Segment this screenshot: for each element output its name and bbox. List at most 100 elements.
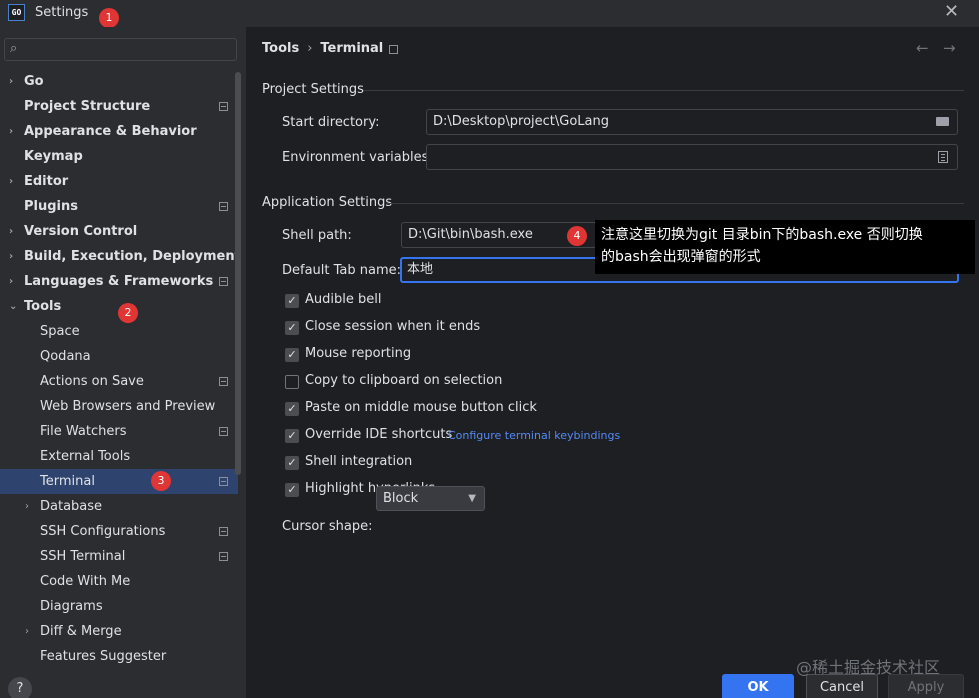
- sidebar-item-appearance-behavior[interactable]: › Appearance & Behavior: [0, 119, 238, 144]
- shell-path-label: Shell path:: [282, 228, 352, 243]
- sidebar-item-label: Build, Execution, Deployment: [24, 249, 241, 264]
- breadcrumb: Tools › Terminal: [262, 41, 383, 56]
- sidebar-item-version-control[interactable]: › Version Control: [0, 219, 238, 244]
- sidebar-item-languages-frameworks[interactable]: › Languages & Frameworks: [0, 269, 238, 294]
- chevron-down-icon[interactable]: ⌄: [9, 294, 17, 319]
- chevron-right-icon[interactable]: ›: [9, 269, 13, 294]
- sidebar-item-ssh-configurations[interactable]: SSH Configurations: [0, 519, 238, 544]
- back-arrow-icon[interactable]: ←: [916, 39, 929, 57]
- project-scope-icon: [219, 277, 228, 286]
- sidebar-item-label: Diff & Merge: [40, 624, 122, 639]
- sidebar-item-label: Code With Me: [40, 574, 131, 589]
- start-directory-label: Start directory:: [282, 115, 380, 130]
- checkmark-icon[interactable]: ✓: [285, 294, 299, 308]
- checkmark-icon[interactable]: ✓: [285, 429, 299, 443]
- ok-button[interactable]: OK: [722, 674, 794, 698]
- project-settings-title: Project Settings: [262, 82, 364, 97]
- settings-search-input[interactable]: ⌕: [4, 38, 237, 61]
- sidebar-item-terminal[interactable]: Terminal: [0, 469, 238, 494]
- annotation-line-2: 的bash会出现弹窗的形式: [601, 249, 761, 265]
- sidebar-item-label: External Tools: [40, 449, 131, 464]
- annotation-note: 注意这里切换为git 目录bin下的bash.exe 否则切换 的bash会出现…: [595, 220, 975, 274]
- checkmark-icon[interactable]: ✓: [285, 321, 299, 335]
- sidebar-item-label: Features Suggester: [40, 649, 167, 664]
- sidebar-scrollbar[interactable]: [235, 72, 241, 475]
- sidebar-item-label: Database: [40, 499, 103, 514]
- sidebar-item-ssh-terminal[interactable]: SSH Terminal: [0, 544, 238, 569]
- sidebar-item-label: File Watchers: [40, 424, 127, 439]
- edit-variables-icon[interactable]: [938, 151, 948, 163]
- sidebar-item-features-suggester[interactable]: Features Suggester: [0, 644, 238, 669]
- sidebar-item-web-browsers-and-preview[interactable]: Web Browsers and Preview: [0, 394, 238, 419]
- sidebar-item-label: SSH Configurations: [40, 524, 166, 539]
- environment-variables-field[interactable]: [426, 144, 958, 170]
- forward-arrow-icon[interactable]: →: [943, 39, 956, 57]
- sidebar-item-go[interactable]: › Go: [0, 69, 238, 94]
- project-scope-icon: [219, 377, 228, 386]
- sidebar-item-diff-merge[interactable]: › Diff & Merge: [0, 619, 238, 644]
- sidebar-item-diagrams[interactable]: Diagrams: [0, 594, 238, 619]
- sidebar-item-database[interactable]: › Database: [0, 494, 238, 519]
- sidebar-item-external-tools[interactable]: External Tools: [0, 444, 238, 469]
- annotation-badge-3: 3: [151, 471, 171, 491]
- checkmark-icon[interactable]: ✓: [285, 456, 299, 470]
- sidebar-item-label: Editor: [24, 174, 69, 189]
- sidebar-item-label: Keymap: [24, 149, 83, 164]
- folder-icon[interactable]: [936, 117, 949, 126]
- chevron-right-icon[interactable]: ›: [9, 69, 13, 94]
- chevron-right-icon[interactable]: ›: [9, 169, 13, 194]
- project-scope-icon: [389, 45, 398, 54]
- default-tab-name-label: Default Tab name:: [282, 263, 402, 278]
- sidebar-item-plugins[interactable]: Plugins: [0, 194, 238, 219]
- divider: [386, 203, 964, 204]
- chevron-right-icon[interactable]: ›: [9, 119, 13, 144]
- sidebar-item-label: Qodana: [40, 349, 91, 364]
- help-button[interactable]: ?: [8, 677, 32, 698]
- checkbox-label: Mouse reporting: [305, 346, 412, 361]
- sidebar-item-code-with-me[interactable]: Code With Me: [0, 569, 238, 594]
- sidebar-item-label: Plugins: [24, 199, 78, 214]
- sidebar-item-project-structure[interactable]: Project Structure: [0, 94, 238, 119]
- checkbox-empty-icon[interactable]: [285, 375, 299, 389]
- checkmark-icon[interactable]: ✓: [285, 483, 299, 497]
- sidebar-item-keymap[interactable]: Keymap: [0, 144, 238, 169]
- application-settings-title: Application Settings: [262, 195, 393, 210]
- checkbox-label: Audible bell: [305, 292, 382, 307]
- sidebar-item-qodana[interactable]: Qodana: [0, 344, 238, 369]
- chevron-down-icon: ▼: [468, 493, 476, 504]
- chevron-right-icon[interactable]: ›: [9, 244, 13, 269]
- annotation-line-1: 注意这里切换为git 目录bin下的bash.exe 否则切换: [601, 227, 923, 243]
- sidebar-item-label: Actions on Save: [40, 374, 144, 389]
- sidebar-item-space[interactable]: Space: [0, 319, 238, 344]
- search-icon: ⌕: [10, 41, 18, 56]
- breadcrumb-parent[interactable]: Tools: [262, 41, 299, 56]
- cancel-button[interactable]: Cancel: [806, 674, 878, 698]
- sidebar-item-label: Version Control: [24, 224, 138, 239]
- chevron-right-icon[interactable]: ›: [25, 619, 29, 644]
- divider: [364, 90, 964, 91]
- chevron-right-icon[interactable]: ›: [9, 219, 13, 244]
- annotation-badge-4: 4: [567, 226, 587, 246]
- checkmark-icon[interactable]: ✓: [285, 348, 299, 362]
- chevron-right-icon[interactable]: ›: [25, 494, 29, 519]
- settings-content: Tools › Terminal ← → Project Settings Star…: [246, 27, 979, 698]
- project-scope-icon: [219, 527, 228, 536]
- checkbox-label: Paste on middle mouse button click: [305, 400, 537, 415]
- apply-button[interactable]: Apply: [888, 674, 964, 698]
- sidebar-item-actions-on-save[interactable]: Actions on Save: [0, 369, 238, 394]
- project-scope-icon: [219, 102, 228, 111]
- cursor-shape-dropdown[interactable]: Block ▼: [376, 486, 485, 511]
- sidebar-item-label: Diagrams: [40, 599, 103, 614]
- environment-variables-label: Environment variables:: [282, 150, 433, 165]
- sidebar-item-file-watchers[interactable]: File Watchers: [0, 419, 238, 444]
- close-icon[interactable]: ✕: [944, 2, 959, 22]
- checkmark-icon[interactable]: ✓: [285, 402, 299, 416]
- cursor-shape-value: Block: [383, 491, 419, 506]
- sidebar-item-build-execution-deployment[interactable]: › Build, Execution, Deployment: [0, 244, 241, 269]
- start-directory-field[interactable]: D:\Desktop\project\GoLang: [426, 109, 958, 135]
- configure-keybindings-link[interactable]: Configure terminal keybindings: [448, 429, 620, 442]
- sidebar-item-label: Terminal: [40, 474, 95, 489]
- sidebar-item-editor[interactable]: › Editor: [0, 169, 238, 194]
- sidebar-item-label: Project Structure: [24, 99, 151, 114]
- sidebar-item-label: Languages & Frameworks: [24, 274, 214, 289]
